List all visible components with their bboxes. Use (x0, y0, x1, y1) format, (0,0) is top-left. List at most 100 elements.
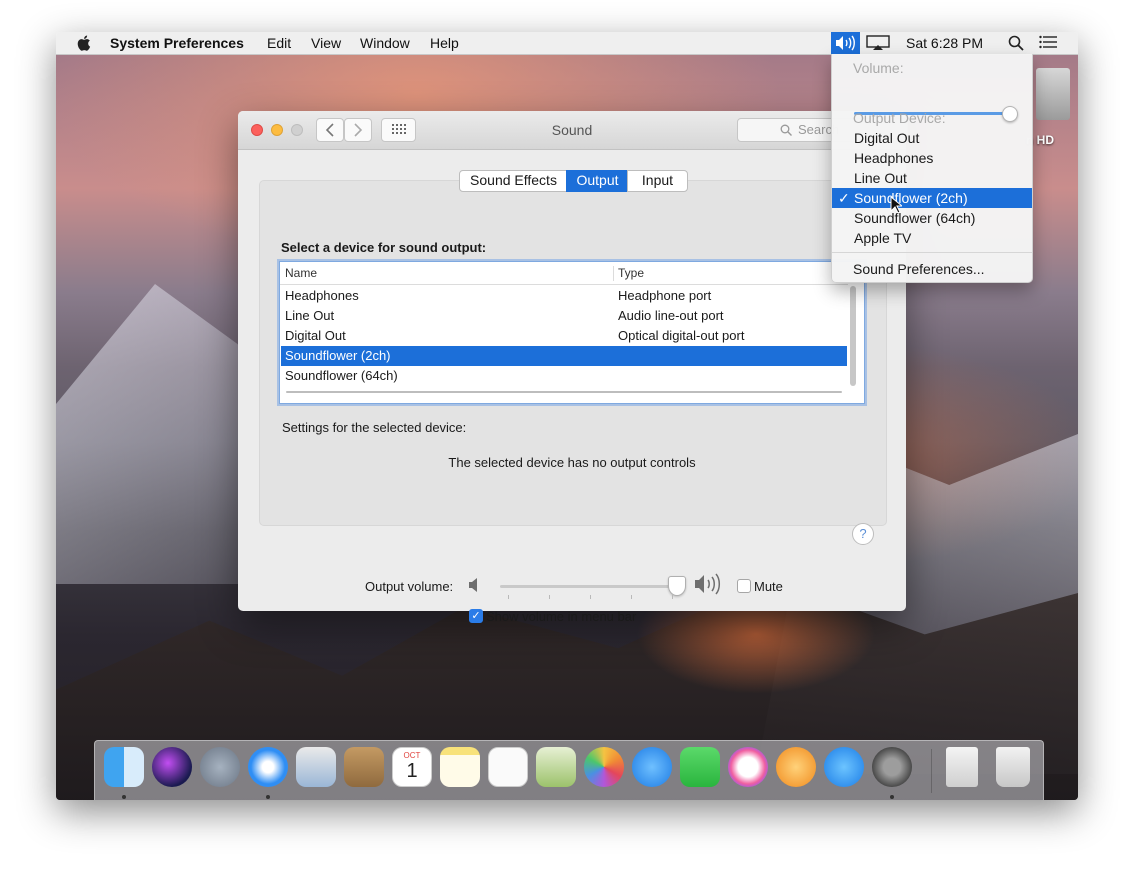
no-output-controls-text: The selected device has no output contro… (448, 455, 696, 470)
menu-bar: System Preferences Edit View Window Help… (56, 32, 1078, 55)
settings-label: Settings for the selected device: (282, 420, 467, 435)
reminders-icon[interactable] (488, 747, 528, 787)
menu-item-soundflower-2ch[interactable]: ✓ Soundflower (2ch) (832, 188, 1032, 208)
device-name: Soundflower (64ch) (285, 368, 398, 383)
spotlight-search-icon[interactable] (1008, 35, 1024, 51)
device-name: Line Out (285, 308, 335, 323)
table-row[interactable]: Headphones Headphone port (281, 286, 847, 306)
menu-help[interactable]: Help (430, 34, 459, 52)
dock: OCT 1 (94, 740, 1044, 800)
menu-volume-slider-knob[interactable] (1002, 106, 1018, 122)
trash-icon[interactable] (996, 747, 1030, 787)
hard-drive-icon[interactable] (1036, 68, 1070, 120)
column-divider (613, 266, 614, 281)
menu-bar-clock[interactable]: Sat 6:28 PM (906, 34, 983, 52)
mute-checkbox[interactable] (737, 579, 751, 593)
column-header-type[interactable]: Type (618, 262, 644, 284)
output-device-table[interactable]: Name Type Headphones Headphone port Line… (279, 261, 865, 404)
menu-item-label: Line Out (854, 170, 907, 186)
downloads-stack-icon[interactable] (946, 747, 978, 787)
window-titlebar[interactable]: Sound Search (238, 111, 908, 150)
header-divider (280, 284, 848, 285)
checkmark-icon: ✓ (838, 190, 850, 206)
sound-preferences-window: Sound Search Sound Effects Output Input … (238, 111, 908, 624)
slider-tick (508, 595, 509, 599)
airplay-icon[interactable] (866, 35, 890, 51)
device-name: Headphones (285, 288, 359, 303)
contacts-icon[interactable] (344, 747, 384, 787)
app-store-icon[interactable] (824, 747, 864, 787)
menu-window[interactable]: Window (360, 34, 410, 52)
system-preferences-icon[interactable] (872, 747, 912, 787)
menu-item-headphones[interactable]: Headphones (832, 148, 1032, 168)
device-type: Optical digital-out port (618, 328, 745, 343)
running-indicator (122, 795, 126, 799)
finder-icon[interactable] (104, 747, 144, 787)
running-indicator (890, 795, 894, 799)
menu-item-apple-tv[interactable]: Apple TV (832, 228, 1032, 248)
table-row[interactable]: Line Out Audio line-out port (281, 306, 847, 326)
volume-icon (836, 35, 855, 51)
table-row[interactable]: Soundflower (64ch) (281, 366, 847, 386)
horizontal-scrollbar[interactable] (286, 391, 842, 393)
menu-item-line-out[interactable]: Line Out (832, 168, 1032, 188)
menu-item-label: Apple TV (854, 230, 912, 246)
menu-item-sound-preferences[interactable]: Sound Preferences... (832, 259, 1032, 279)
safari-icon[interactable] (248, 747, 288, 787)
volume-header: Volume: (853, 60, 904, 76)
launchpad-icon[interactable] (200, 747, 240, 787)
menu-separator (832, 252, 1032, 253)
desktop-screen: n HD System Preferences Edit View Window… (56, 32, 1078, 800)
slider-tick (549, 595, 550, 599)
calendar-icon[interactable]: OCT 1 (392, 747, 432, 787)
mail-icon[interactable] (296, 747, 336, 787)
volume-menu-extra[interactable] (831, 32, 860, 54)
output-volume-slider-knob[interactable] (668, 576, 686, 596)
tab-output[interactable]: Output (566, 170, 629, 192)
device-type: Audio line-out port (618, 308, 724, 323)
notification-center-icon[interactable] (1039, 35, 1057, 49)
photos-icon[interactable] (584, 747, 624, 787)
output-volume-label: Output volume: (365, 579, 454, 594)
vertical-scrollbar[interactable] (850, 286, 856, 386)
calendar-day: 1 (406, 760, 418, 782)
menu-item-digital-out[interactable]: Digital Out (832, 128, 1032, 148)
mute-label[interactable]: Mute (754, 579, 783, 594)
apple-icon[interactable] (77, 35, 91, 51)
column-header-name[interactable]: Name (285, 262, 317, 284)
slider-tick (590, 595, 591, 599)
help-button[interactable]: ? (852, 523, 874, 545)
siri-icon[interactable] (152, 747, 192, 787)
device-type: Headphone port (618, 288, 712, 303)
search-icon (780, 124, 792, 136)
show-volume-label[interactable]: Show volume in menu bar (486, 609, 636, 624)
show-volume-checkbox[interactable]: ✓ (469, 609, 483, 623)
table-row-selected[interactable]: Soundflower (2ch) (281, 346, 847, 366)
slider-tick (672, 595, 673, 599)
itunes-icon[interactable] (728, 747, 768, 787)
ibooks-icon[interactable] (776, 747, 816, 787)
app-menu-system-preferences[interactable]: System Preferences (110, 34, 244, 52)
menu-item-label: Sound Preferences... (853, 261, 985, 277)
facetime-icon[interactable] (680, 747, 720, 787)
table-row[interactable]: Digital Out Optical digital-out port (281, 326, 847, 346)
menu-item-label: Headphones (854, 150, 934, 166)
device-name: Soundflower (2ch) (285, 348, 391, 363)
output-device-header: Output Device: (853, 110, 946, 126)
volume-dropdown-menu: Volume: Output Device: Digital Out Headp… (831, 54, 1033, 283)
tab-input[interactable]: Input (627, 170, 688, 192)
tab-sound-effects[interactable]: Sound Effects (459, 170, 568, 192)
notes-icon[interactable] (440, 747, 480, 787)
dock-divider (931, 749, 932, 793)
menu-edit[interactable]: Edit (267, 34, 291, 52)
messages-icon[interactable] (632, 747, 672, 787)
calendar-month: OCT (403, 751, 421, 760)
running-indicator (266, 795, 270, 799)
slider-tick (631, 595, 632, 599)
menu-item-soundflower-64ch[interactable]: Soundflower (64ch) (832, 208, 1032, 228)
speaker-high-icon (695, 573, 721, 595)
menu-view[interactable]: View (311, 34, 341, 52)
output-volume-slider[interactable] (500, 585, 680, 588)
preview-icon[interactable] (536, 747, 576, 787)
speaker-low-icon (469, 578, 477, 592)
